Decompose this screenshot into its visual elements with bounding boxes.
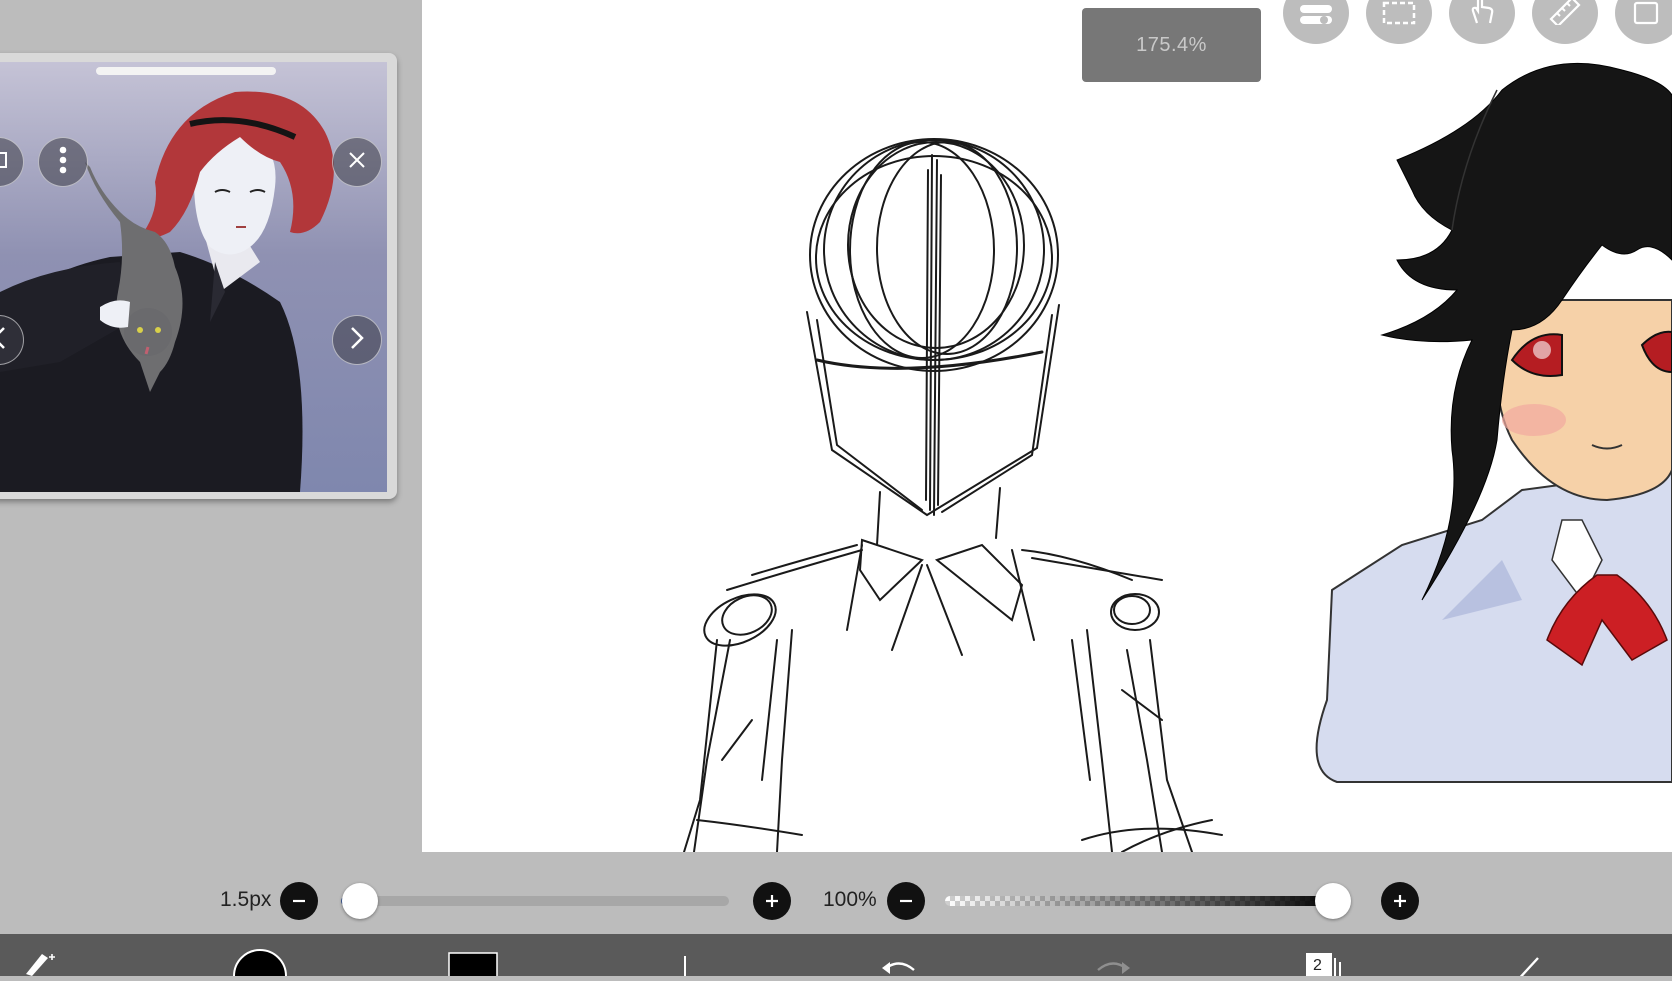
panel-drag-handle[interactable]	[96, 67, 276, 75]
hand-tool-icon	[1467, 0, 1497, 30]
brush-tool-icon[interactable]	[22, 944, 62, 981]
increase-opacity-button[interactable]	[1381, 882, 1419, 920]
colored-character	[1315, 62, 1672, 783]
layer-count: 2	[1313, 957, 1322, 974]
opacity-label: 100%	[823, 888, 877, 911]
decrease-size-button[interactable]	[280, 882, 318, 920]
pen-icon[interactable]	[1512, 954, 1542, 981]
secondary-color-swatch[interactable]	[448, 952, 498, 981]
ruler-tool-icon	[1548, 0, 1582, 30]
brush-size-slider[interactable]	[341, 896, 729, 906]
bottom-toolbar: 2	[0, 934, 1672, 981]
opacity-knob[interactable]	[1315, 883, 1351, 919]
close-panel-button[interactable]	[332, 137, 382, 187]
reference-image-panel[interactable]	[0, 53, 397, 499]
more-options-button[interactable]	[38, 137, 88, 187]
toggle-panel-tool-icon	[1298, 3, 1334, 30]
brush-size-label: 1.5px	[220, 888, 272, 911]
zoom-indicator: 175.4%	[1082, 8, 1261, 82]
drawing-canvas[interactable]: 175.4%	[422, 0, 1672, 852]
window-mode-icon	[0, 150, 9, 175]
next-icon	[348, 326, 366, 355]
opacity-slider[interactable]	[945, 896, 1345, 906]
brush-preview[interactable]	[682, 956, 688, 981]
increase-size-button[interactable]	[753, 882, 791, 920]
color-swatch[interactable]	[232, 948, 288, 981]
sketch-drawing	[683, 62, 1672, 852]
next-image-button[interactable]	[332, 315, 382, 365]
more-options-icon	[59, 146, 67, 179]
redo-icon[interactable]	[1092, 958, 1132, 981]
plus-icon	[764, 893, 780, 909]
reference-image	[0, 62, 387, 492]
undo-icon[interactable]	[880, 958, 920, 981]
decrease-opacity-button[interactable]	[887, 882, 925, 920]
previous-icon	[0, 326, 8, 355]
close-icon	[347, 150, 367, 175]
minus-icon	[898, 893, 914, 909]
selection-tool-icon	[1382, 1, 1416, 30]
image-reference-icon	[1633, 0, 1663, 30]
plus-icon	[1392, 893, 1408, 909]
minus-icon	[291, 893, 307, 909]
layers-button[interactable]: 2	[1305, 952, 1345, 981]
